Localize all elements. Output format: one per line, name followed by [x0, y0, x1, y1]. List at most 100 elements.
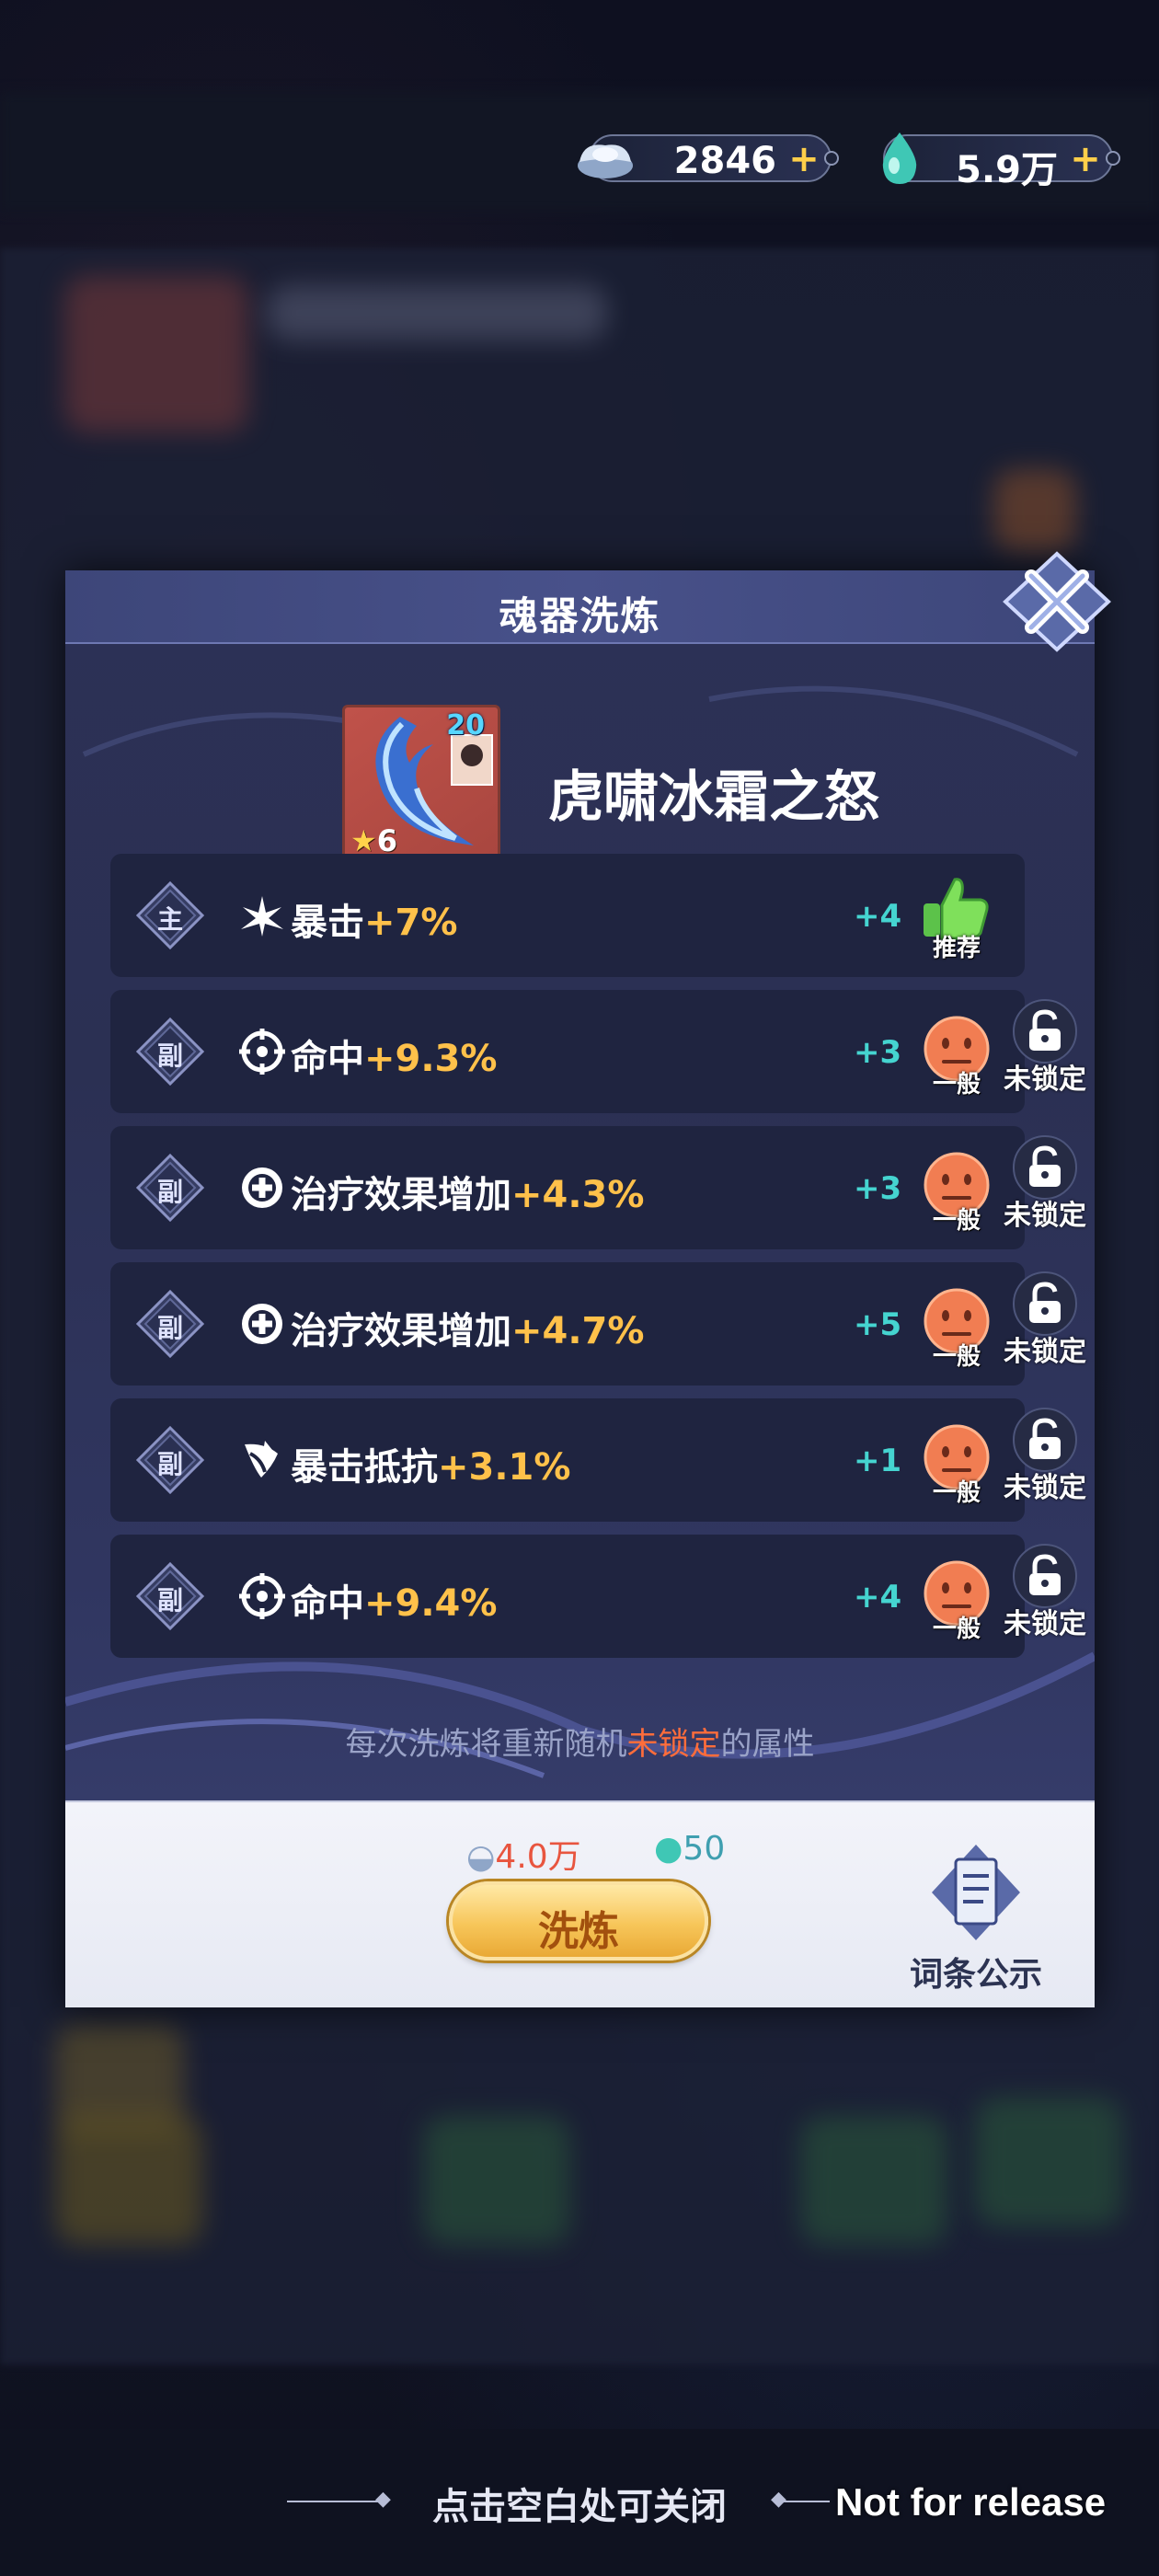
attribute-text: 暴击+7% — [291, 892, 457, 946]
attribute-text: 治疗效果增加+4.3% — [291, 1165, 644, 1218]
unlocked-padlock-icon — [1029, 1009, 1061, 1051]
modal-footer: ◒4.0万 ●50 洗炼 词条公示 — [65, 1800, 1095, 2007]
attribute-name: 治疗效果增加 — [291, 1310, 511, 1352]
attribute-text: 治疗效果增加+4.7% — [291, 1301, 644, 1354]
close-icon[interactable] — [1002, 550, 1112, 653]
crit-resist-icon — [245, 1441, 278, 1478]
background-button-blur — [993, 469, 1076, 552]
attribute-name: 治疗效果增加 — [291, 1174, 511, 1216]
watermark: Not for release — [835, 2480, 1107, 2524]
crosshair-icon — [239, 1573, 285, 1619]
pill-end-dot — [1106, 151, 1120, 166]
spirit-drop-icon — [882, 132, 917, 184]
attribute-rating: 一般 — [932, 1343, 981, 1371]
attribute-row: 副 命中+9.4% +4 一般 — [110, 1535, 1025, 1658]
attribute-value: +4.3% — [511, 1174, 645, 1216]
attribute-bonus: +1 — [854, 1443, 902, 1479]
attribute-rating: 一般 — [932, 1616, 981, 1643]
background-slot-blur — [800, 2116, 947, 2245]
essence-cost-value: 50 — [683, 1830, 726, 1868]
heal-cross-icon — [242, 1304, 282, 1344]
add-silver-button[interactable]: + — [787, 141, 820, 178]
attribute-type-label: 副 — [156, 1313, 183, 1343]
background-slot-blur — [55, 2116, 202, 2245]
attribute-name: 命中 — [291, 1582, 364, 1625]
attribute-value: +4.7% — [511, 1310, 645, 1352]
attribute-bonus: +3 — [854, 1034, 902, 1071]
essence-currency: 5.9万 + — [882, 132, 1120, 191]
refine-button[interactable]: 洗炼 — [449, 1881, 708, 1961]
attribute-value: +3.1% — [438, 1446, 571, 1489]
tip-diamond-left: ◆ — [375, 2488, 391, 2511]
attribute-name: 暴击 — [291, 902, 364, 944]
tip-diamond-right: ◆ — [771, 2488, 786, 2511]
attribute-type-label: 副 — [156, 1177, 183, 1207]
tip-divider-right — [784, 2501, 830, 2502]
lock-status-label: 未锁定 — [1004, 1608, 1086, 1640]
crosshair-icon — [239, 1029, 285, 1075]
hint-highlight: 未锁定 — [626, 1726, 721, 1763]
attribute-bonus: +4 — [854, 898, 902, 935]
attribute-bonus: +5 — [854, 1306, 902, 1343]
hint-suffix: 的属性 — [720, 1726, 815, 1763]
soul-weapon-icon[interactable]: 20 ★6 — [342, 705, 500, 863]
unlocked-padlock-icon — [1029, 1145, 1061, 1187]
attribute-row: 副 治疗效果增加+4.7% +5 一般 — [110, 1262, 1025, 1386]
lock-toggle[interactable]: 未锁定 — [994, 1271, 1096, 1382]
critical-strike-icon — [241, 896, 283, 937]
lock-status-label: 未锁定 — [1004, 1200, 1086, 1232]
item-name: 虎啸冰霜之怒 — [548, 765, 879, 830]
attribute-bonus: +4 — [854, 1579, 902, 1616]
silver-currency: 2846 + — [578, 134, 839, 182]
attribute-text: 命中+9.4% — [291, 1573, 497, 1627]
lock-status-label: 未锁定 — [1004, 1472, 1086, 1504]
lock-toggle[interactable]: 未锁定 — [994, 1544, 1096, 1654]
attribute-row: 副 治疗效果增加+4.3% +3 一般 — [110, 1126, 1025, 1249]
heal-cross-icon — [242, 1167, 282, 1208]
attribute-bonus: +3 — [854, 1170, 902, 1207]
attribute-type-label: 副 — [156, 1449, 183, 1479]
unlocked-padlock-icon — [1029, 1418, 1061, 1459]
silver-amount: 2846 — [673, 140, 776, 182]
silver-cost: ◒4.0万 — [466, 1830, 581, 1878]
attribute-rating: 一般 — [932, 1071, 981, 1098]
refine-hint: 每次洗炼将重新随机未锁定的属性 — [65, 1719, 1095, 1764]
background-slot-blur — [423, 2116, 570, 2245]
lock-status-label: 未锁定 — [1004, 1064, 1086, 1096]
modal-title: 魂器洗炼 — [499, 593, 661, 638]
item-level: 20 — [446, 709, 485, 742]
unlocked-padlock-icon — [1029, 1282, 1061, 1323]
unlocked-padlock-icon — [1029, 1554, 1061, 1595]
glossary-button[interactable]: 词条公示 — [893, 1839, 1059, 1995]
lock-toggle[interactable]: 未锁定 — [994, 1135, 1096, 1246]
modal-header: 魂器洗炼 — [65, 570, 1095, 644]
close-tip-text: 点击空白处可关闭 — [432, 2486, 727, 2528]
attribute-type-label: 副 — [156, 1585, 183, 1616]
essence-cost: ●50 — [654, 1830, 725, 1868]
attribute-rating: 一般 — [932, 1479, 981, 1507]
scroll-book-icon — [932, 1845, 1020, 1940]
attribute-rating: 一般 — [932, 1207, 981, 1235]
attribute-value: +9.3% — [364, 1038, 498, 1080]
silver-ingot-icon: ◒ — [466, 1838, 496, 1876]
attribute-text: 命中+9.3% — [291, 1029, 497, 1082]
background-slot-blur — [975, 2098, 1122, 2226]
attribute-type-label: 主 — [156, 904, 183, 935]
lock-toggle[interactable]: 未锁定 — [994, 1408, 1096, 1518]
tip-divider-left — [287, 2501, 386, 2502]
attribute-row: 副 暴击抵抗+3.1% +1 一般 — [110, 1398, 1025, 1522]
add-essence-button[interactable]: + — [1069, 141, 1102, 178]
spirit-drop-icon: ● — [654, 1830, 683, 1868]
refine-button-label: 洗炼 — [538, 1908, 619, 1955]
attribute-row: 副 命中+9.3% +3 一般 — [110, 990, 1025, 1113]
background-avatar-blur — [64, 276, 248, 432]
background-text-blur — [267, 285, 607, 340]
lock-toggle[interactable]: 未锁定 — [994, 999, 1096, 1110]
silver-cost-value: 4.0万 — [495, 1838, 581, 1876]
attribute-name: 暴击抵抗 — [291, 1446, 438, 1489]
attribute-text: 暴击抵抗+3.1% — [291, 1437, 570, 1490]
attribute-value: +9.4% — [364, 1582, 498, 1625]
attribute-name: 命中 — [291, 1038, 364, 1080]
silver-ingot-icon — [578, 144, 633, 178]
essence-amount: 5.9万 — [956, 149, 1058, 191]
